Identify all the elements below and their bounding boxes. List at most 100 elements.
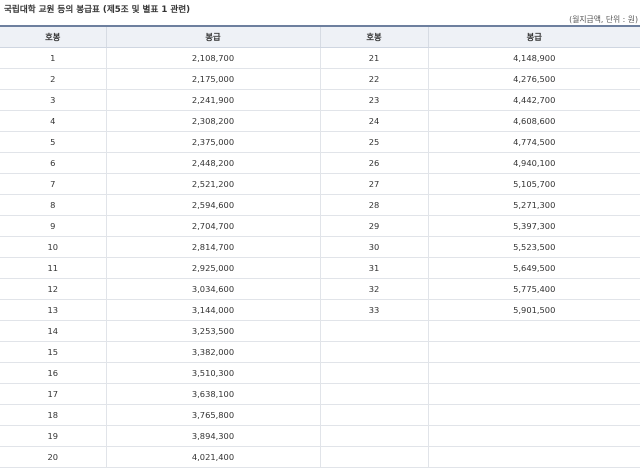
table-row: 8 2,594,600 28 5,271,300 bbox=[0, 194, 640, 216]
table-row: 7 2,521,200 27 5,105,700 bbox=[0, 173, 640, 195]
grade-cell: 25 bbox=[320, 131, 429, 153]
table-row: 9 2,704,700 29 5,397,300 bbox=[0, 215, 640, 237]
grade-cell bbox=[320, 362, 429, 384]
header-salary-left: 봉급 bbox=[106, 25, 321, 48]
table-row: 12 3,034,600 32 5,775,400 bbox=[0, 278, 640, 300]
table-row: 3 2,241,900 23 4,442,700 bbox=[0, 89, 640, 111]
salary-cell: 2,375,000 bbox=[106, 131, 321, 153]
grade-cell: 21 bbox=[320, 47, 429, 69]
grade-cell bbox=[320, 320, 429, 342]
salary-cell: 2,175,000 bbox=[106, 68, 321, 90]
table-row: 20 4,021,400 bbox=[0, 446, 640, 468]
grade-cell: 9 bbox=[0, 215, 107, 237]
salary-cell: 5,901,500 bbox=[428, 299, 640, 321]
grade-cell: 20 bbox=[0, 446, 107, 468]
salary-cell: 4,021,400 bbox=[106, 446, 321, 468]
table-row: 18 3,765,800 bbox=[0, 404, 640, 426]
grade-cell: 1 bbox=[0, 47, 107, 69]
salary-cell: 3,765,800 bbox=[106, 404, 321, 426]
grade-cell: 4 bbox=[0, 110, 107, 132]
grade-cell: 33 bbox=[320, 299, 429, 321]
salary-cell: 4,608,600 bbox=[428, 110, 640, 132]
salary-cell: 3,510,300 bbox=[106, 362, 321, 384]
salary-cell: 4,148,900 bbox=[428, 47, 640, 69]
table-row: 4 2,308,200 24 4,608,600 bbox=[0, 110, 640, 132]
grade-cell: 7 bbox=[0, 173, 107, 195]
grade-cell: 22 bbox=[320, 68, 429, 90]
grade-cell: 12 bbox=[0, 278, 107, 300]
grade-cell: 26 bbox=[320, 152, 429, 174]
grade-cell: 32 bbox=[320, 278, 429, 300]
table-row: 6 2,448,200 26 4,940,100 bbox=[0, 152, 640, 174]
table-row: 1 2,108,700 21 4,148,900 bbox=[0, 47, 640, 69]
salary-cell: 3,382,000 bbox=[106, 341, 321, 363]
salary-cell: 4,442,700 bbox=[428, 89, 640, 111]
table-row: 19 3,894,300 bbox=[0, 425, 640, 447]
salary-cell: 5,271,300 bbox=[428, 194, 640, 216]
salary-cell: 4,276,500 bbox=[428, 68, 640, 90]
salary-cell bbox=[428, 446, 640, 468]
grade-cell: 23 bbox=[320, 89, 429, 111]
salary-cell: 2,448,200 bbox=[106, 152, 321, 174]
grade-cell: 10 bbox=[0, 236, 107, 258]
table-row: 13 3,144,000 33 5,901,500 bbox=[0, 299, 640, 321]
grade-cell: 14 bbox=[0, 320, 107, 342]
grade-cell: 16 bbox=[0, 362, 107, 384]
grade-cell: 2 bbox=[0, 68, 107, 90]
grade-cell bbox=[320, 446, 429, 468]
salary-cell: 2,308,200 bbox=[106, 110, 321, 132]
header-grade-left: 호봉 bbox=[0, 25, 107, 48]
grade-cell: 30 bbox=[320, 236, 429, 258]
salary-cell: 3,253,500 bbox=[106, 320, 321, 342]
grade-cell: 3 bbox=[0, 89, 107, 111]
salary-cell bbox=[428, 383, 640, 405]
grade-cell bbox=[320, 341, 429, 363]
salary-cell: 2,108,700 bbox=[106, 47, 321, 69]
salary-cell: 4,940,100 bbox=[428, 152, 640, 174]
salary-cell bbox=[428, 362, 640, 384]
salary-cell bbox=[428, 320, 640, 342]
grade-cell: 28 bbox=[320, 194, 429, 216]
grade-cell bbox=[320, 383, 429, 405]
table-row: 5 2,375,000 25 4,774,500 bbox=[0, 131, 640, 153]
grade-cell bbox=[320, 404, 429, 426]
table-row: 14 3,253,500 bbox=[0, 320, 640, 342]
grade-cell: 8 bbox=[0, 194, 107, 216]
grade-cell: 31 bbox=[320, 257, 429, 279]
table-row: 15 3,382,000 bbox=[0, 341, 640, 363]
salary-cell bbox=[428, 341, 640, 363]
salary-cell: 5,105,700 bbox=[428, 173, 640, 195]
table-row: 2 2,175,000 22 4,276,500 bbox=[0, 68, 640, 90]
grade-cell: 29 bbox=[320, 215, 429, 237]
salary-cell: 2,241,900 bbox=[106, 89, 321, 111]
table-row: 10 2,814,700 30 5,523,500 bbox=[0, 236, 640, 258]
grade-cell: 17 bbox=[0, 383, 107, 405]
salary-table: 호봉 봉급 호봉 봉급 1 2,108,700 21 4,148,900 2 2,175,… bbox=[0, 25, 640, 468]
grade-cell: 13 bbox=[0, 299, 107, 321]
grade-cell: 27 bbox=[320, 173, 429, 195]
grade-cell: 18 bbox=[0, 404, 107, 426]
grade-cell: 11 bbox=[0, 257, 107, 279]
table-row: 17 3,638,100 bbox=[0, 383, 640, 405]
unit-note: (월지급액, 단위 : 원) bbox=[569, 15, 638, 24]
salary-cell: 5,523,500 bbox=[428, 236, 640, 258]
grade-cell: 19 bbox=[0, 425, 107, 447]
salary-cell: 5,775,400 bbox=[428, 278, 640, 300]
salary-cell: 3,144,000 bbox=[106, 299, 321, 321]
salary-cell: 2,704,700 bbox=[106, 215, 321, 237]
header-grade-right: 호봉 bbox=[320, 25, 429, 48]
grade-cell: 15 bbox=[0, 341, 107, 363]
grade-cell: 24 bbox=[320, 110, 429, 132]
salary-cell: 4,774,500 bbox=[428, 131, 640, 153]
header-row: 호봉 봉급 호봉 봉급 bbox=[0, 25, 640, 48]
grade-cell bbox=[320, 425, 429, 447]
salary-cell: 3,034,600 bbox=[106, 278, 321, 300]
salary-cell: 5,649,500 bbox=[428, 257, 640, 279]
salary-cell: 3,894,300 bbox=[106, 425, 321, 447]
salary-cell bbox=[428, 425, 640, 447]
salary-cell bbox=[428, 404, 640, 426]
salary-cell: 3,638,100 bbox=[106, 383, 321, 405]
salary-cell: 5,397,300 bbox=[428, 215, 640, 237]
grade-cell: 5 bbox=[0, 131, 107, 153]
salary-cell: 2,521,200 bbox=[106, 173, 321, 195]
